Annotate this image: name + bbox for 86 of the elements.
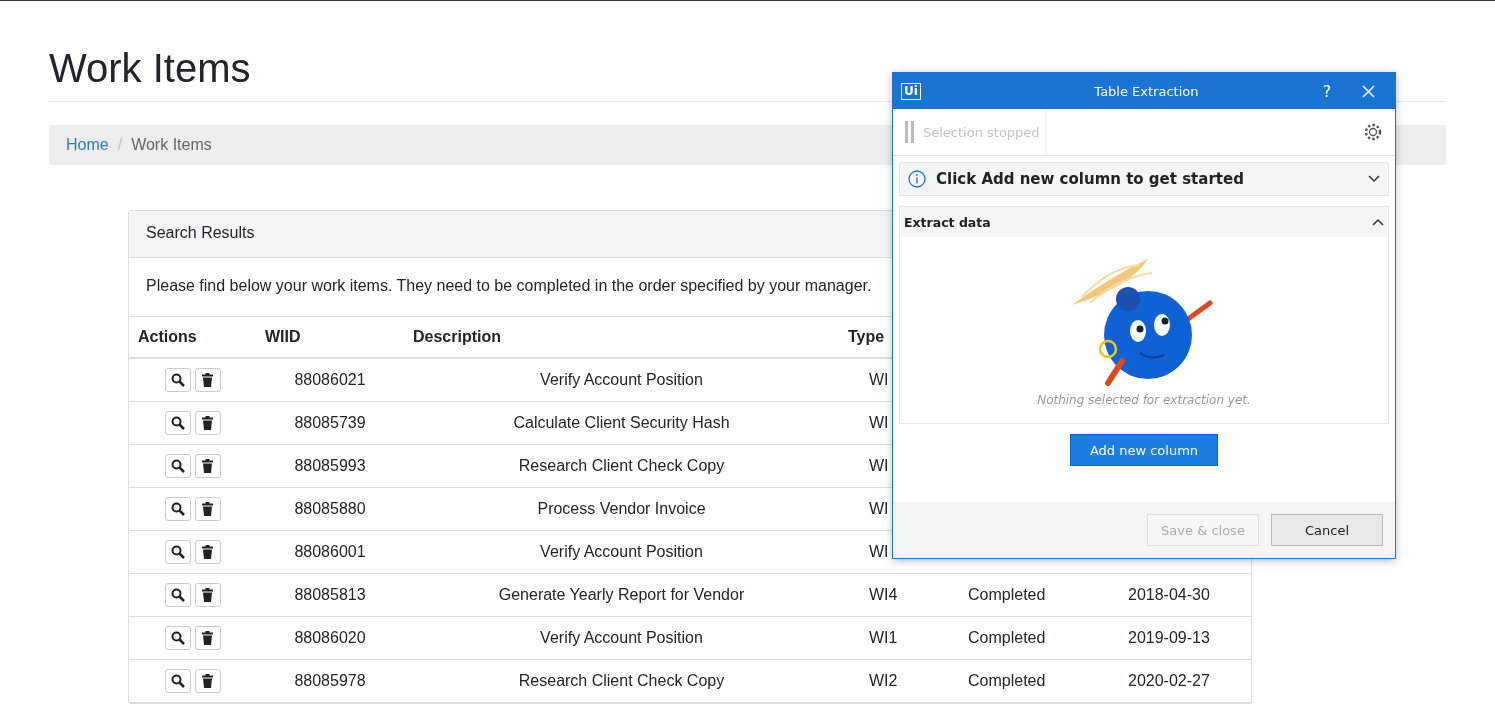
view-button[interactable]	[164, 626, 191, 650]
trash-icon	[202, 545, 213, 559]
settings-icon[interactable]	[1363, 122, 1383, 142]
description-cell-text: Process Vendor Invoice	[536, 500, 707, 518]
type-cell-text: WI2	[868, 672, 899, 690]
wiid-cell-text: 88086001	[293, 543, 367, 561]
empty-message: Nothing selected for extraction yet.	[1037, 393, 1251, 407]
type-cell-text: WI4	[868, 586, 899, 604]
wiid-cell-text: 88086020	[293, 629, 367, 647]
add-column-button[interactable]: Add new column	[1070, 434, 1218, 466]
search-icon	[170, 631, 185, 645]
delete-button[interactable]	[194, 497, 221, 521]
chevron-icon[interactable]	[1368, 175, 1380, 183]
delete-button[interactable]	[194, 368, 221, 392]
description-cell-text: Research Client Check Copy	[517, 457, 726, 475]
column-header: WIID	[264, 328, 302, 346]
breadcrumb-separator: /	[117, 136, 123, 154]
search-icon	[170, 588, 185, 602]
description-cell-text: Verify Account Position	[539, 629, 704, 647]
status-cell-text: Completed	[967, 629, 1047, 647]
type-cell-text: WI	[868, 371, 890, 389]
dialog-title: Table Extraction	[1093, 83, 1200, 99]
trash-icon	[202, 631, 213, 645]
view-button[interactable]	[164, 454, 191, 478]
view-button[interactable]	[164, 497, 191, 521]
section-title: Extract data	[904, 214, 992, 230]
wiid-cell-text: 88085739	[293, 414, 367, 432]
wiid-cell-text: 88086021	[293, 371, 367, 389]
type-cell-text: WI	[868, 457, 890, 475]
date-cell-text: 2018-04-30	[1127, 586, 1211, 604]
delete-button[interactable]	[194, 454, 221, 478]
help-button[interactable]: ?	[1312, 81, 1342, 101]
info-icon	[908, 170, 926, 188]
trash-icon	[202, 588, 213, 602]
search-icon	[170, 373, 185, 387]
trash-icon	[202, 373, 213, 387]
type-cell-text: WI1	[868, 629, 899, 647]
date-cell-text: 2020-02-27	[1127, 672, 1211, 690]
search-icon	[170, 416, 185, 430]
trash-icon	[202, 674, 213, 688]
status-cell-text: Completed	[967, 586, 1047, 604]
wiid-cell-text: 88085993	[293, 457, 367, 475]
description-cell-text: Verify Account Position	[539, 371, 704, 389]
date-cell-text: 2019-09-13	[1127, 629, 1211, 647]
view-button[interactable]	[164, 368, 191, 392]
view-button[interactable]	[164, 540, 191, 564]
column-header: Description	[412, 328, 502, 346]
trash-icon	[202, 416, 213, 430]
column-header: Type	[847, 328, 886, 346]
wiid-cell-text: 88085978	[293, 672, 367, 690]
search-icon	[170, 545, 185, 559]
view-button[interactable]	[164, 669, 191, 693]
delete-button[interactable]	[194, 583, 221, 607]
search-icon	[170, 674, 185, 688]
section-header[interactable]: Extract data	[900, 207, 1388, 237]
cancel-button[interactable]: Cancel	[1271, 514, 1383, 546]
wiid-cell-text: 88085813	[293, 586, 367, 604]
wiid-cell-text: 88085880	[293, 500, 367, 518]
trash-icon	[202, 502, 213, 516]
description-cell-text: Calculate Client Security Hash	[512, 414, 731, 432]
delete-button[interactable]	[194, 626, 221, 650]
column-header: Actions	[137, 328, 198, 346]
pause-icon	[905, 121, 915, 143]
type-cell-text: WI	[868, 414, 890, 432]
close-icon[interactable]	[1362, 84, 1375, 98]
breadcrumb-link[interactable]: Home	[66, 136, 109, 154]
description-cell-text: Research Client Check Copy	[517, 672, 726, 690]
delete-button[interactable]	[194, 669, 221, 693]
view-button[interactable]	[164, 583, 191, 607]
search-icon	[170, 502, 185, 516]
type-cell-text: WI	[868, 500, 890, 518]
breadcrumb-current: Work Items	[131, 136, 212, 154]
page-title: Work Items	[49, 45, 251, 92]
chevron-icon[interactable]	[1372, 218, 1384, 226]
status-cell-text: Completed	[967, 672, 1047, 690]
view-button[interactable]	[164, 411, 191, 435]
type-cell-text: WI	[868, 543, 890, 561]
search-icon	[170, 459, 185, 473]
info-banner[interactable]: Click Add new column to get started	[899, 162, 1389, 196]
delete-button[interactable]	[194, 540, 221, 564]
description-cell-text: Generate Yearly Report for Vendor	[497, 586, 746, 604]
info-text: Click Add new column to get started	[936, 170, 1245, 188]
trash-icon	[202, 459, 213, 473]
description-cell-text: Verify Account Position	[539, 543, 704, 561]
delete-button[interactable]	[194, 411, 221, 435]
app-logo: Ui	[901, 82, 921, 100]
